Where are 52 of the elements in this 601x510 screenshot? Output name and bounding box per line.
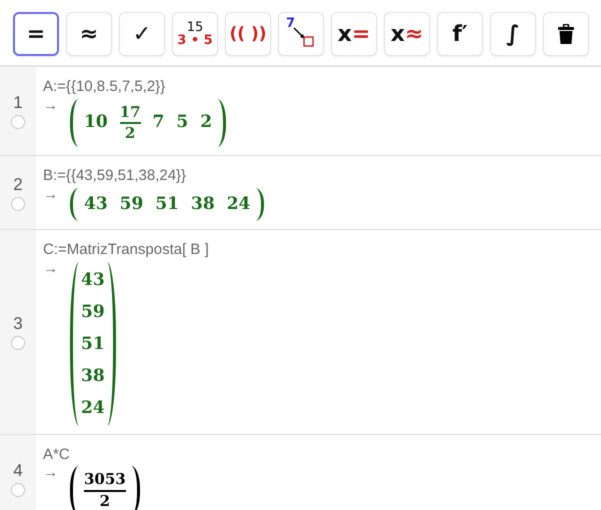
toolbar-button[interactable]: x= <box>331 12 377 56</box>
matrix-entry: 59 <box>81 300 105 324</box>
result-arrow: → <box>43 186 58 202</box>
toolbar-button[interactable]: ≈ <box>66 12 112 56</box>
input-expression[interactable]: A:={{10,8.5,7,5,2}} <box>43 77 593 96</box>
matrix-entry: 5 <box>176 110 188 134</box>
visibility-toggle[interactable] <box>11 196 25 211</box>
matrix-entry: 59 <box>120 192 144 216</box>
input-expression[interactable]: B:={{43,59,51,38,24}} <box>43 166 593 186</box>
trash-icon <box>558 24 574 44</box>
toolbar-button[interactable]: x≈ <box>384 12 430 56</box>
toolbar-button[interactable]: 7 <box>278 12 324 56</box>
matrix-entry: 43 <box>84 192 108 216</box>
matrix-entry: 51 <box>81 332 105 356</box>
denominator: 2 <box>100 492 110 510</box>
matrix-entry: 24 <box>81 396 105 420</box>
matrix-entry: 38 <box>81 364 105 388</box>
matrix-entry: 43 <box>81 268 105 292</box>
parenthesis-icon <box>70 188 79 222</box>
toolbar-button[interactable]: (( )) <box>225 12 271 56</box>
toolbar-button[interactable]: f′ <box>437 12 483 56</box>
input-expression[interactable]: A*C <box>43 444 593 464</box>
parenthesis-icon <box>217 98 226 147</box>
row-number: 4 <box>13 460 23 481</box>
denominator: 2 <box>124 124 136 142</box>
result-arrow: → <box>43 260 58 277</box>
matrix-entry: 38 <box>191 192 215 216</box>
parenthesis-icon <box>70 466 79 510</box>
matrix-entry: 51 <box>155 192 180 216</box>
visibility-toggle[interactable] <box>11 482 25 497</box>
visibility-toggle[interactable] <box>11 115 25 129</box>
row-number: 3 <box>13 314 23 334</box>
toolbar-button[interactable]: ∫ <box>490 12 536 56</box>
matrix-entry: 7 <box>152 110 164 134</box>
matrix-entry: 2 <box>200 110 212 134</box>
result-arrow: → <box>43 464 58 482</box>
numerator: 17 <box>120 104 141 121</box>
matrix-entry: 24 <box>226 192 250 216</box>
matrix-entry: 10 <box>84 110 108 134</box>
numerator: 3053 <box>84 471 126 489</box>
result-arrow: → <box>43 96 58 114</box>
toolbar-button[interactable] <box>543 12 589 56</box>
toolbar-button[interactable]: ✓ <box>119 12 165 56</box>
toolbar-button[interactable]: = <box>13 12 59 56</box>
toolbar-button[interactable]: 15 3 • 5 <box>172 12 218 56</box>
row-number: 2 <box>13 174 23 195</box>
parenthesis-icon <box>70 98 79 147</box>
row-number: 1 <box>13 93 23 113</box>
parenthesis-icon <box>255 188 264 222</box>
input-expression[interactable]: C:=MatrizTransposta[ B ] <box>43 240 593 260</box>
arrow-to-box-icon <box>292 25 314 47</box>
visibility-toggle[interactable] <box>11 336 25 350</box>
